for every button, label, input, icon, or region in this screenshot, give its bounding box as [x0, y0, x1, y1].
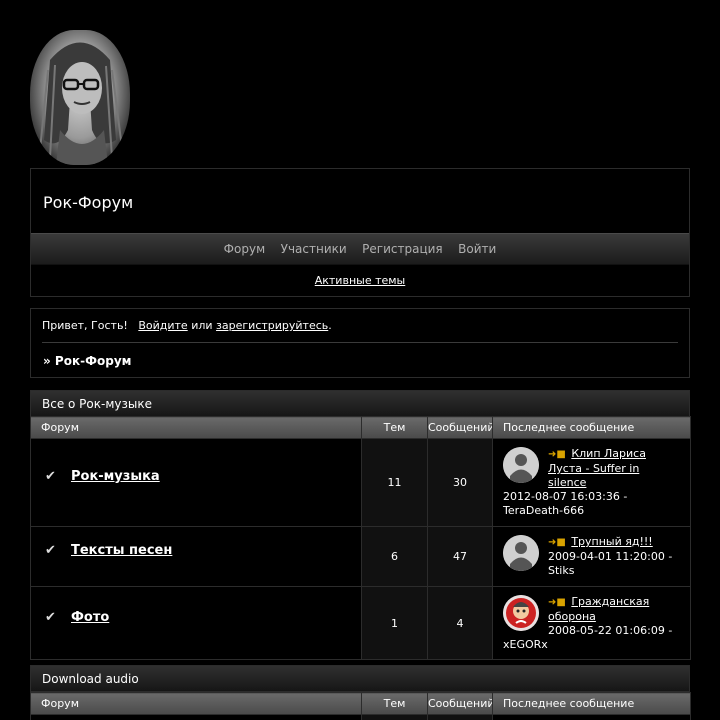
- header-box: Рок-Форум Форум Участники Регистрация Во…: [30, 168, 690, 297]
- column-header-topics: Тем: [361, 692, 428, 715]
- topics-count: 1: [361, 586, 428, 660]
- last-post-author[interactable]: Stiks: [548, 564, 574, 577]
- site-title[interactable]: Рок-Форум: [43, 193, 133, 212]
- user-avatar[interactable]: [503, 594, 539, 631]
- go-to-post-icon[interactable]: ➜■: [548, 537, 566, 548]
- nav-forum-link[interactable]: Форум: [224, 234, 265, 264]
- last-post-cell: ➜■ Трупный яд!!! 2009-04-01 11:20:00 - S…: [492, 526, 691, 587]
- go-to-post-icon[interactable]: ➜■: [548, 597, 566, 608]
- column-header-last-post: Последнее сообщение: [492, 416, 691, 439]
- forum-cell: ✔ Фото: [30, 586, 362, 660]
- column-header-posts: Сообщений: [427, 416, 493, 439]
- column-header-forum: Форум: [30, 692, 362, 715]
- active-topics-bar: Активные темы: [31, 265, 689, 296]
- site-logo[interactable]: [30, 30, 130, 165]
- go-to-post-icon[interactable]: ➜■: [548, 449, 566, 460]
- forum-link[interactable]: Тексты песен: [71, 543, 172, 558]
- posts-count: [427, 714, 493, 720]
- register-link[interactable]: зарегистрируйтесь: [216, 319, 328, 332]
- table-row: [30, 714, 691, 720]
- topics-count: 11: [361, 438, 428, 527]
- divider: [42, 342, 678, 343]
- posts-count: 4: [427, 586, 493, 660]
- last-post-cell: [492, 714, 691, 720]
- last-post-cell: ➜■ Гражданская оборона 2008-05-22 01:06:…: [492, 586, 691, 660]
- active-topics-link[interactable]: Активные темы: [315, 274, 406, 287]
- default-user-icon[interactable]: [503, 535, 539, 571]
- forum-cell: ✔ Рок-музыка: [30, 438, 362, 527]
- table-header-row: Форум Тем Сообщений Последнее сообщение: [30, 692, 691, 715]
- checkmark-icon: ✔: [45, 469, 56, 484]
- last-post-author[interactable]: xEGORx: [503, 638, 548, 651]
- nav-login-link[interactable]: Войти: [458, 234, 496, 264]
- nav-register-link[interactable]: Регистрация: [362, 234, 442, 264]
- column-header-forum: Форум: [30, 416, 362, 439]
- main-navigation: Форум Участники Регистрация Войти: [31, 233, 689, 265]
- logo-portrait-image: [39, 42, 123, 165]
- posts-count: 30: [427, 438, 493, 527]
- topics-count: 6: [361, 526, 428, 587]
- column-header-last-post: Последнее сообщение: [492, 692, 691, 715]
- last-post-author[interactable]: TeraDeath-666: [503, 504, 584, 517]
- posts-count: 47: [427, 526, 493, 587]
- forum-cell: [30, 714, 362, 720]
- column-header-posts: Сообщений: [427, 692, 493, 715]
- period-text: .: [328, 319, 332, 332]
- nav-members-link[interactable]: Участники: [281, 234, 347, 264]
- or-text: или: [191, 319, 213, 332]
- last-post-date: 2012-08-07 16:03:36 -: [503, 490, 628, 503]
- forum-table: Форум Тем Сообщений Последнее сообщение: [30, 692, 691, 720]
- forum-table: Форум Тем Сообщений Последнее сообщение …: [30, 416, 691, 660]
- table-row: ✔ Рок-музыка 11 30 ➜■ Клип Лариса Луста -…: [30, 438, 691, 527]
- table-header-row: Форум Тем Сообщений Последнее сообщение: [30, 416, 691, 439]
- default-user-icon[interactable]: [503, 447, 539, 483]
- last-post-link[interactable]: Трупный яд!!!: [571, 535, 652, 548]
- column-header-topics: Тем: [361, 416, 428, 439]
- table-row: ✔ Фото 1 4 ➜■ Гражданская оборона 2008-05…: [30, 586, 691, 660]
- greeting-text: Привет, Гость!: [42, 319, 128, 332]
- breadcrumb[interactable]: » Рок-Форум: [43, 354, 131, 368]
- last-post-date: 2009-04-01 11:20:00 -: [548, 550, 673, 563]
- last-post-date: 2008-05-22 01:06:09 -: [548, 623, 673, 637]
- table-row: ✔ Тексты песен 6 47 ➜■ Трупный яд!!! 2009…: [30, 526, 691, 587]
- last-post-cell: ➜■ Клип Лариса Луста - Suffer in silence…: [492, 438, 691, 527]
- category-header[interactable]: Download audio: [30, 665, 690, 692]
- welcome-message: Привет, Гость! Войдите или зарегистрируй…: [42, 319, 332, 332]
- forum-cell: ✔ Тексты песен: [30, 526, 362, 587]
- category-header[interactable]: Все о Рок-музыке: [30, 390, 690, 417]
- forum-link[interactable]: Рок-музыка: [71, 469, 160, 484]
- forum-link[interactable]: Фото: [71, 610, 109, 625]
- checkmark-icon: ✔: [45, 609, 56, 625]
- login-link[interactable]: Войдите: [138, 319, 187, 332]
- topics-count: [361, 714, 428, 720]
- checkmark-icon: ✔: [45, 543, 56, 558]
- welcome-box: Привет, Гость! Войдите или зарегистрируй…: [30, 308, 690, 378]
